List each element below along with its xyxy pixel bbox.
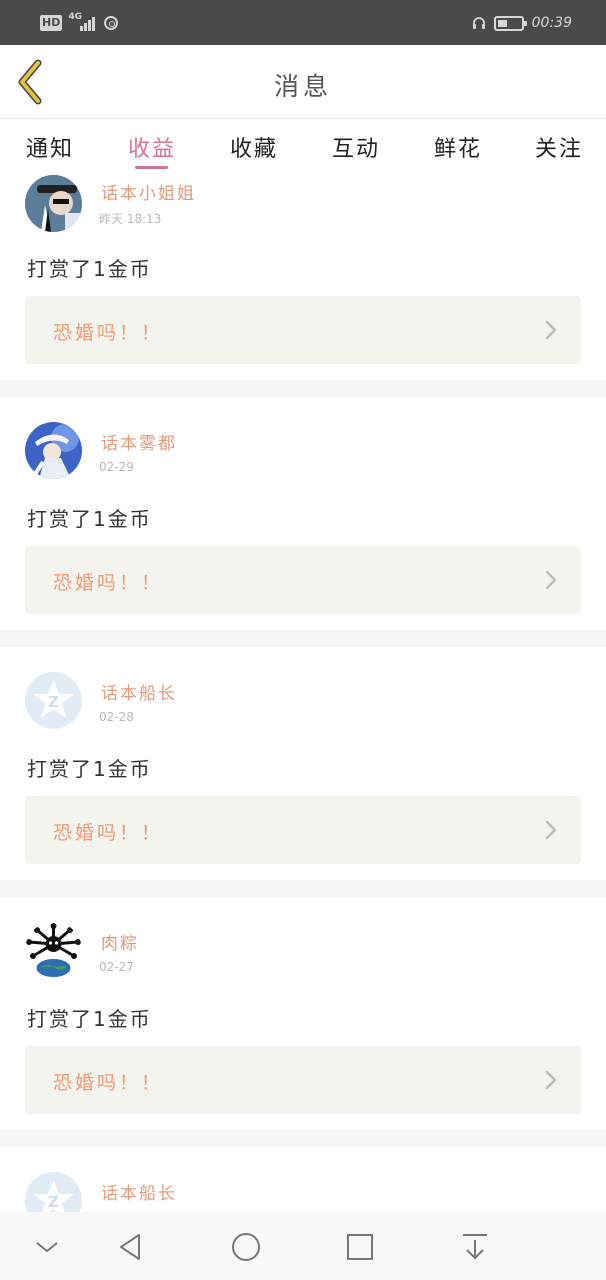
action-text: 打赏了1金币 (27, 1007, 152, 1031)
tab-favorites[interactable]: 收藏 (230, 131, 278, 163)
tab-notifications[interactable]: 通知 (26, 131, 74, 163)
tab-flowers[interactable]: 鲜花 (434, 131, 482, 163)
timestamp: 昨天 18:13 (99, 212, 162, 226)
svg-text:Z: Z (48, 693, 59, 711)
chevron-right-icon (545, 1070, 557, 1090)
feed-item: 话本雾都 02-29 打赏了1金币 恐婚吗！！ (0, 397, 606, 630)
hd-indicator: HD (40, 15, 63, 31)
system-nav-bar (0, 1212, 606, 1280)
netease-music-icon (104, 16, 119, 30)
active-tab-indicator (135, 166, 168, 169)
status-bar: HD 4G 00:39 (0, 0, 606, 45)
quote-text: 恐婚吗！！ (53, 1072, 164, 1094)
feed-item: 肉粽 02-27 打赏了1金币 恐婚吗！！ (0, 897, 606, 1130)
username[interactable]: 话本小姐姐 (101, 179, 196, 204)
action-text: 打赏了1金币 (27, 257, 152, 281)
svg-text:Z: Z (48, 1193, 59, 1211)
chevron-right-icon (545, 570, 557, 590)
username[interactable]: 话本船长 (101, 679, 177, 704)
timestamp: 02-29 (99, 460, 134, 474)
quoted-story-link[interactable]: 恐婚吗！！ (25, 796, 581, 864)
divider (0, 880, 606, 897)
signal-icon: 4G (68, 12, 98, 33)
divider (0, 630, 606, 647)
action-text: 打赏了1金币 (27, 757, 152, 781)
quoted-story-link[interactable]: 恐婚吗！！ (25, 546, 581, 614)
action-text: 打赏了1金币 (27, 507, 152, 531)
message-feed: 话本小姐姐 昨天 18:13 打赏了1金币 恐婚吗！！ 话本雾都 02-29 打… (0, 0, 606, 1280)
default-star-avatar[interactable]: Z (25, 1172, 82, 1212)
timestamp: 02-28 (99, 710, 134, 724)
recents-square-icon[interactable] (343, 1230, 377, 1264)
quote-text: 恐婚吗！！ (53, 322, 164, 344)
username[interactable]: 肉粽 (101, 929, 139, 954)
divider (0, 1130, 606, 1147)
feed-item: Z 话本船长 (0, 1147, 606, 1212)
feed-item: Z 话本船长 02-28 打赏了1金币 恐婚吗！！ (0, 647, 606, 880)
quote-text: 恐婚吗！！ (53, 822, 164, 844)
default-star-avatar[interactable]: Z (25, 672, 82, 729)
download-icon[interactable] (458, 1230, 492, 1264)
page-title: 消息 (273, 72, 332, 101)
avatar[interactable] (25, 175, 82, 232)
tab-interactions[interactable]: 互动 (332, 131, 380, 163)
chevron-down-icon[interactable] (30, 1230, 64, 1264)
username[interactable]: 话本雾都 (101, 429, 177, 454)
clock: 00:39 (531, 15, 572, 31)
quote-text: 恐婚吗！！ (53, 572, 164, 594)
chevron-right-icon (545, 820, 557, 840)
tab-bar: 通知 收益 收藏 互动 鲜花 关注 (0, 119, 606, 171)
back-triangle-icon[interactable] (114, 1230, 148, 1264)
timestamp: 02-27 (99, 960, 134, 974)
battery-icon (493, 15, 527, 31)
chevron-right-icon (545, 320, 557, 340)
cartoon-avatar[interactable] (25, 922, 82, 979)
tab-following[interactable]: 关注 (535, 131, 583, 163)
quoted-story-link[interactable]: 恐婚吗！！ (25, 1046, 581, 1114)
divider (0, 380, 606, 397)
quoted-story-link[interactable]: 恐婚吗！！ (25, 296, 581, 364)
tab-earnings[interactable]: 收益 (128, 131, 176, 163)
feed-item: 话本小姐姐 昨天 18:13 打赏了1金币 恐婚吗！！ (0, 171, 606, 380)
headset-icon (472, 17, 485, 29)
username[interactable]: 话本船长 (101, 1179, 177, 1204)
home-circle-icon[interactable] (229, 1230, 263, 1264)
app-header: 消息 (0, 45, 606, 119)
avatar[interactable] (25, 422, 82, 479)
